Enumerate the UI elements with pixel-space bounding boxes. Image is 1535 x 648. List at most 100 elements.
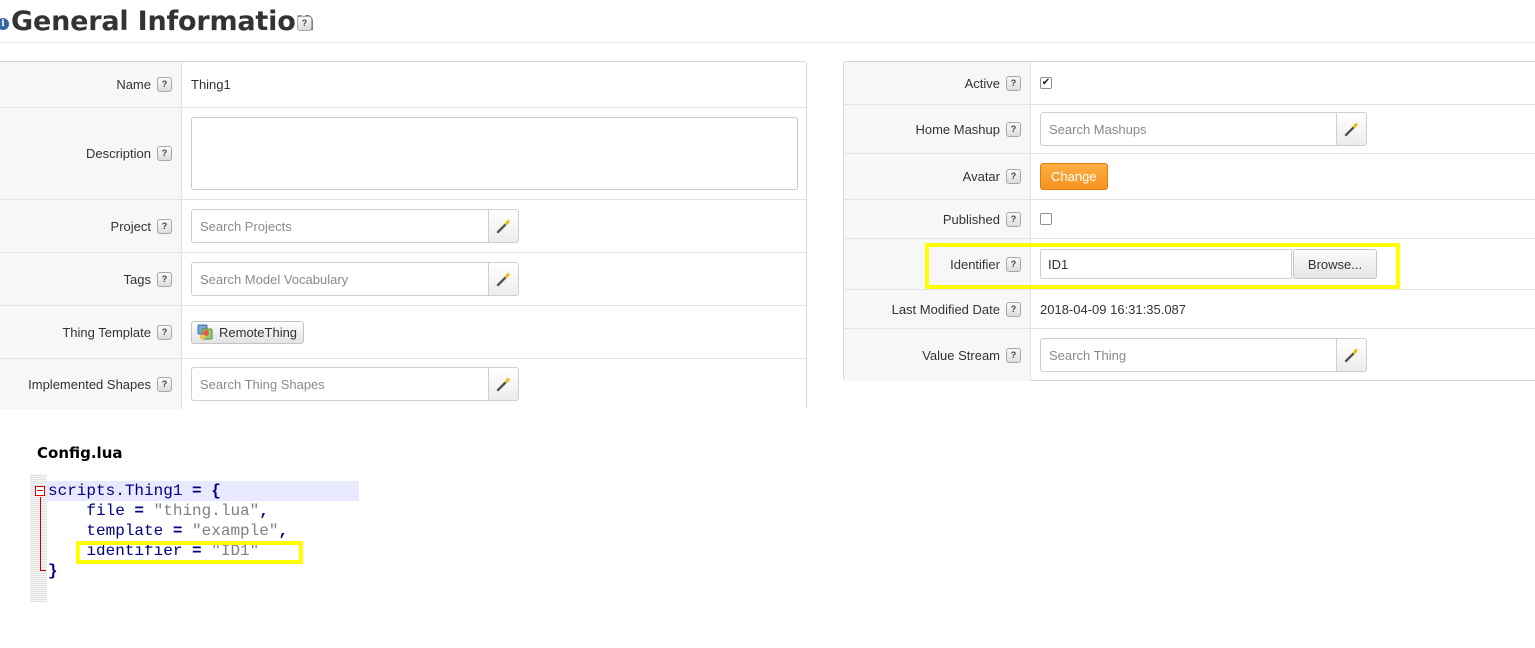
name-label: Name [116, 77, 151, 92]
description-label: Description [85, 146, 151, 161]
active-row: Active ? ✔ [844, 62, 1535, 105]
published-label-cell: Published ? [844, 200, 1031, 238]
value-stream-search [1040, 338, 1367, 372]
help-icon[interactable]: ? [157, 376, 172, 392]
magic-wand-button[interactable] [488, 262, 519, 296]
general-info-right-panel: Active ? ✔ Home Mashup ? Avatar ? Chan [843, 61, 1535, 381]
thing-template-label: Thing Template [62, 324, 151, 340]
magic-wand-icon [496, 272, 510, 287]
title-divider [0, 42, 1535, 43]
home-mashup-label-cell: Home Mashup ? [844, 105, 1031, 153]
name-value-cell: Thing1 [182, 62, 806, 107]
thing-template-link[interactable]: RemoteThing [191, 320, 305, 344]
thing-template-value-cell: RemoteThing [182, 306, 806, 358]
project-row: Project ? [0, 200, 806, 253]
active-label-cell: Active ? [844, 62, 1031, 104]
help-icon[interactable]: ? [1006, 169, 1021, 184]
implemented-shapes-value-cell [182, 359, 806, 409]
code-token: "thing.lua" [153, 502, 260, 520]
help-icon[interactable]: ? [1006, 256, 1021, 272]
identifier-value-cell: Browse... [1031, 239, 1535, 289]
code-title: Config.lua [37, 444, 123, 462]
home-mashup-search [1040, 112, 1367, 146]
value-stream-search-input[interactable] [1040, 338, 1336, 372]
code-token: scripts.Thing1 [48, 482, 183, 500]
help-icon[interactable]: ? [1006, 301, 1021, 317]
shapes-search [191, 367, 519, 401]
description-textarea[interactable] [191, 117, 798, 190]
thing-template-label-cell: Thing Template ? [0, 306, 182, 358]
active-checkbox[interactable]: ✔ [1040, 77, 1052, 89]
published-value-cell [1031, 200, 1535, 238]
magic-wand-button[interactable] [1336, 338, 1367, 372]
code-token: "example" [192, 522, 279, 540]
implemented-shapes-row: Implemented Shapes ? [0, 359, 806, 409]
identifier-row: Identifier ? Browse... [844, 239, 1535, 290]
help-icon[interactable]: ? [1006, 211, 1021, 227]
tags-label-cell: Tags ? [0, 253, 182, 305]
help-icon[interactable]: ? [297, 16, 312, 31]
code-token: = [134, 502, 145, 520]
magic-wand-button[interactable] [1336, 112, 1367, 146]
general-info-left-panel: Name ? Thing1 Description ? Project ? Se… [0, 61, 807, 409]
tags-row: Tags ? [0, 253, 806, 306]
magic-wand-button[interactable] [488, 367, 519, 401]
info-icon: i [0, 18, 9, 30]
last-modified-row: Last Modified Date ? 2018-04-09 16:31:35… [844, 290, 1535, 329]
tags-label: Tags [123, 271, 151, 287]
code-token: , [259, 502, 269, 520]
last-modified-label-cell: Last Modified Date ? [844, 290, 1031, 328]
magic-wand-icon [496, 377, 510, 392]
last-modified-value-cell: 2018-04-09 16:31:35.087 [1031, 290, 1535, 328]
implemented-shapes-label: Implemented Shapes [28, 376, 151, 392]
code-token: { [211, 482, 221, 500]
code-token: = [172, 522, 183, 540]
value-stream-label-cell: Value Stream ? [844, 329, 1031, 381]
shapes-search-input[interactable] [191, 367, 488, 401]
published-checkbox[interactable] [1040, 213, 1052, 225]
help-icon[interactable]: ? [157, 324, 172, 340]
magic-wand-button[interactable] [488, 209, 519, 243]
fold-collapse-icon[interactable] [35, 486, 45, 496]
code-token: identifier [48, 542, 183, 560]
description-label-cell: Description ? [0, 108, 182, 199]
last-modified-value: 2018-04-09 16:31:35.087 [1040, 301, 1187, 317]
change-avatar-button[interactable]: Change [1040, 163, 1108, 190]
help-icon[interactable]: ? [157, 77, 172, 92]
magic-wand-icon [1344, 122, 1358, 137]
value-stream-row: Value Stream ? [844, 329, 1535, 381]
help-icon[interactable]: ? [1006, 121, 1021, 137]
tags-search-input[interactable] [191, 262, 488, 296]
help-icon[interactable]: ? [1006, 75, 1021, 91]
implemented-shapes-label-cell: Implemented Shapes ? [0, 359, 182, 409]
project-value-cell [182, 200, 806, 252]
help-icon[interactable]: ? [1006, 347, 1021, 363]
help-icon[interactable]: ? [157, 271, 172, 287]
tags-value-cell [182, 253, 806, 305]
code-token: file [48, 502, 125, 520]
code-line: } [48, 561, 58, 581]
project-search-input[interactable] [191, 209, 488, 243]
avatar-value-cell: Change [1031, 154, 1535, 199]
identifier-label-cell: Identifier ? [844, 239, 1031, 289]
avatar-label-cell: Avatar ? [844, 154, 1031, 199]
name-row: Name ? Thing1 [0, 62, 806, 108]
active-value-cell: ✔ [1031, 62, 1535, 104]
identifier-input[interactable] [1040, 249, 1292, 279]
browse-button[interactable]: Browse... [1293, 249, 1377, 279]
tags-search [191, 262, 519, 296]
home-mashup-label: Home Mashup [915, 121, 1000, 137]
thing-template-icon [197, 324, 213, 340]
code-token: = [192, 482, 202, 500]
code-token: = [192, 542, 202, 560]
project-search [191, 209, 519, 243]
help-icon[interactable]: ? [157, 218, 172, 234]
code-token: } [48, 562, 58, 580]
help-icon[interactable]: ? [157, 146, 172, 161]
identifier-label: Identifier [950, 256, 1000, 272]
home-mashup-search-input[interactable] [1040, 112, 1336, 146]
code-line: identifier = "ID1" [48, 541, 259, 561]
code-line: template = "example", [48, 521, 288, 541]
fold-line [40, 497, 41, 571]
fold-end [40, 570, 46, 571]
